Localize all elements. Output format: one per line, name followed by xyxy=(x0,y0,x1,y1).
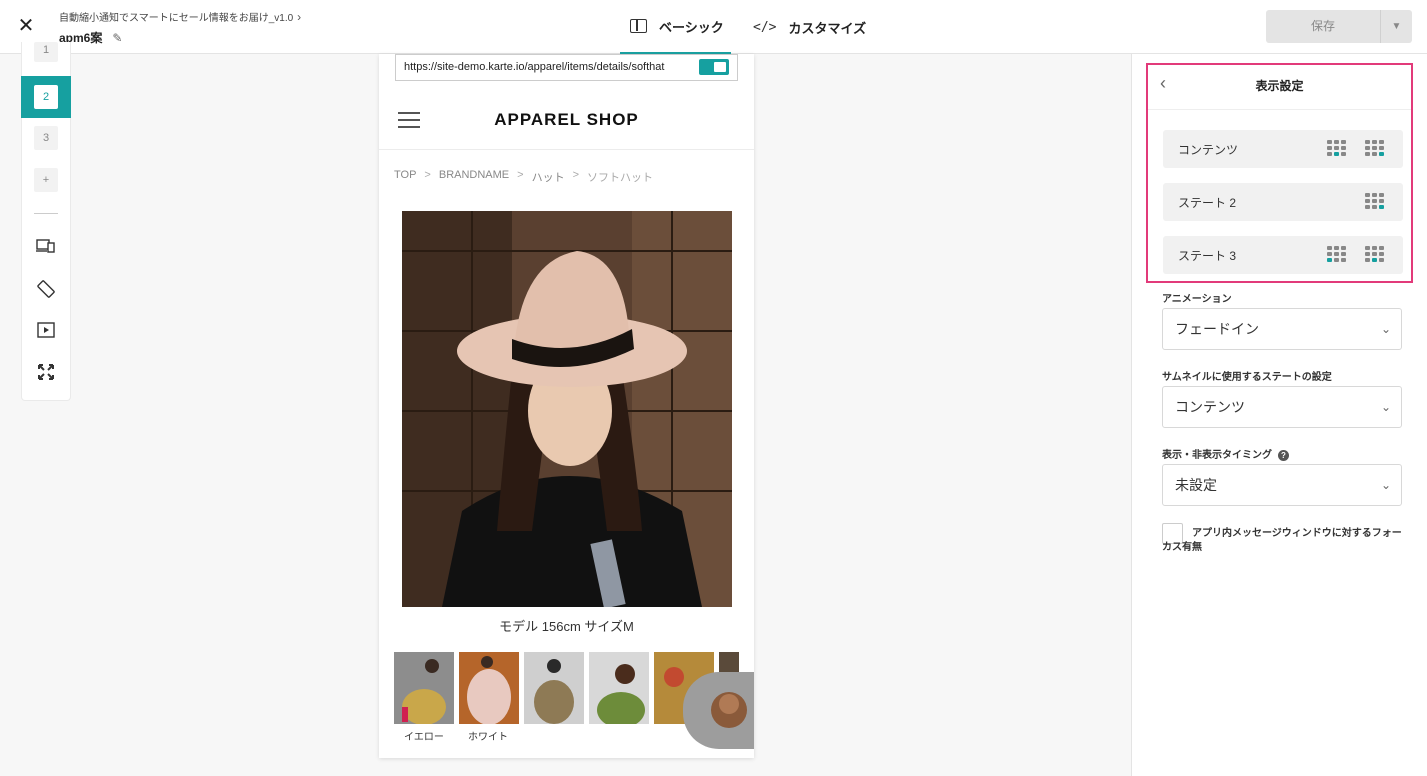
crumb-current: ソフトハット xyxy=(587,172,654,184)
code-icon: </> xyxy=(753,19,777,35)
thumb-label-yellow: イエロー xyxy=(404,732,444,743)
display-settings-box: ‹ 表示設定 コンテンツ ステート 2 ステート 3 xyxy=(1146,63,1413,283)
thumbnail-state-select[interactable]: コンテンツ ⌄ xyxy=(1162,386,1402,428)
timing-value: 未設定 xyxy=(1175,477,1217,493)
state-row-label: コンテンツ xyxy=(1178,143,1239,157)
site-breadcrumb: TOP > BRANDNAME > ハット > ソフトハット xyxy=(394,169,653,185)
state-2-label: 2 xyxy=(34,85,58,109)
tab-customize[interactable]: </> カスタマイズ xyxy=(753,0,866,54)
photo-caption: モデル 156cm サイズM xyxy=(499,619,634,634)
crumb-separator: > xyxy=(572,169,580,181)
crumb-brand[interactable]: BRANDNAME xyxy=(439,169,509,185)
play-preview-icon[interactable] xyxy=(35,321,57,343)
layout-grid-icon[interactable] xyxy=(1365,246,1385,263)
rail-divider xyxy=(34,213,58,214)
thumbnail-3[interactable] xyxy=(524,652,584,724)
preview-url-field[interactable]: https://site-demo.karte.io/apparel/items… xyxy=(395,54,738,81)
tab-customize-label: カスタマイズ xyxy=(788,20,867,36)
tab-basic-label: ベーシック xyxy=(659,19,724,35)
close-icon[interactable]: ✕ xyxy=(14,14,38,38)
device-switch-icon[interactable] xyxy=(35,238,57,260)
timing-select[interactable]: 未設定 ⌄ xyxy=(1162,464,1402,506)
edit-pencil-icon[interactable]: ✎ xyxy=(112,31,122,45)
preview-url: https://site-demo.karte.io/apparel/items… xyxy=(404,61,665,73)
tab-basic[interactable]: ベーシック xyxy=(620,0,731,54)
crumb-top[interactable]: TOP xyxy=(394,169,416,185)
state-row-content[interactable]: コンテンツ xyxy=(1163,130,1403,168)
state-row-label: ステート 2 xyxy=(1178,196,1237,210)
settings-panel: ‹ 表示設定 コンテンツ ステート 2 ステート 3 アニメーション フェードイ… xyxy=(1131,54,1427,776)
layout-icon xyxy=(630,19,647,33)
shop-title: APPAREL SHOP xyxy=(494,110,639,129)
crumb-category[interactable]: ハット xyxy=(532,169,565,185)
campaign-breadcrumb[interactable]: 自動縮小通知でスマートにセール情報をお届け_v1.0 › xyxy=(59,9,302,25)
state-1-button[interactable]: 1 xyxy=(34,42,58,62)
state-row-label: ステート 3 xyxy=(1178,249,1237,263)
crumb-separator: > xyxy=(424,169,431,181)
chevron-down-icon: ⌄ xyxy=(1380,400,1391,414)
timing-label: 表示・非表示タイミング? xyxy=(1162,446,1289,461)
chevron-down-icon: ⌄ xyxy=(1380,322,1391,336)
add-state-button[interactable]: + xyxy=(34,168,58,192)
animation-value: フェードイン xyxy=(1175,321,1259,337)
animation-label: アニメーション xyxy=(1162,294,1232,305)
layout-grid-icon[interactable] xyxy=(1365,140,1385,157)
preview-toggle-switch[interactable] xyxy=(699,59,729,75)
crumb-separator: > xyxy=(517,169,524,181)
save-dropdown-chevron-icon[interactable]: ▼ xyxy=(1380,10,1412,43)
layout-grid-icon[interactable] xyxy=(1327,246,1347,263)
chat-avatar-bubble[interactable] xyxy=(683,672,754,749)
thumbnail-yellow[interactable] xyxy=(394,652,454,724)
animation-select[interactable]: フェードイン ⌄ xyxy=(1162,308,1402,350)
rotate-icon[interactable] xyxy=(35,279,57,301)
state-row-state-2[interactable]: ステート 2 xyxy=(1163,183,1403,221)
display-settings-title: 表示設定 xyxy=(1255,79,1304,93)
layout-grid-icon[interactable] xyxy=(1365,193,1385,210)
chevron-down-icon: ⌄ xyxy=(1380,478,1391,492)
site-header: APPAREL SHOP xyxy=(379,92,754,150)
thumb-label-white: ホワイト xyxy=(468,732,508,743)
focus-checkbox-label: アプリ内メッセージウィンドウに対するフォーカス有無 xyxy=(1162,528,1402,553)
state-rail: 1 2 3 + xyxy=(21,42,71,401)
display-settings-header: ‹ 表示設定 xyxy=(1148,65,1411,110)
thumbnail-4[interactable] xyxy=(589,652,649,724)
product-photo xyxy=(402,211,732,607)
save-button-group: 保存 ▼ xyxy=(1266,10,1412,43)
state-row-state-3[interactable]: ステート 3 xyxy=(1163,236,1403,274)
layout-grid-icon[interactable] xyxy=(1327,140,1347,157)
campaign-title: 自動縮小通知でスマートにセール情報をお届け_v1.0 xyxy=(59,13,294,24)
timing-label-text: 表示・非表示タイミング xyxy=(1162,450,1272,461)
thumbnail-white[interactable] xyxy=(459,652,519,724)
state-3-button[interactable]: 3 xyxy=(34,126,58,150)
help-icon[interactable]: ? xyxy=(1278,449,1289,461)
mobile-preview: https://site-demo.karte.io/apparel/items… xyxy=(379,54,754,758)
top-bar: ✕ 自動縮小通知でスマートにセール情報をお届け_v1.0 › apm6案 ✎ ベ… xyxy=(0,0,1427,54)
chevron-right-icon: › xyxy=(297,9,302,24)
fullscreen-icon[interactable] xyxy=(35,363,57,385)
state-2-button[interactable]: 2 xyxy=(21,76,71,118)
thumbnail-state-label: サムネイルに使用するステートの設定 xyxy=(1162,372,1332,383)
thumbnail-state-value: コンテンツ xyxy=(1175,399,1245,415)
save-button[interactable]: 保存 xyxy=(1266,10,1380,43)
